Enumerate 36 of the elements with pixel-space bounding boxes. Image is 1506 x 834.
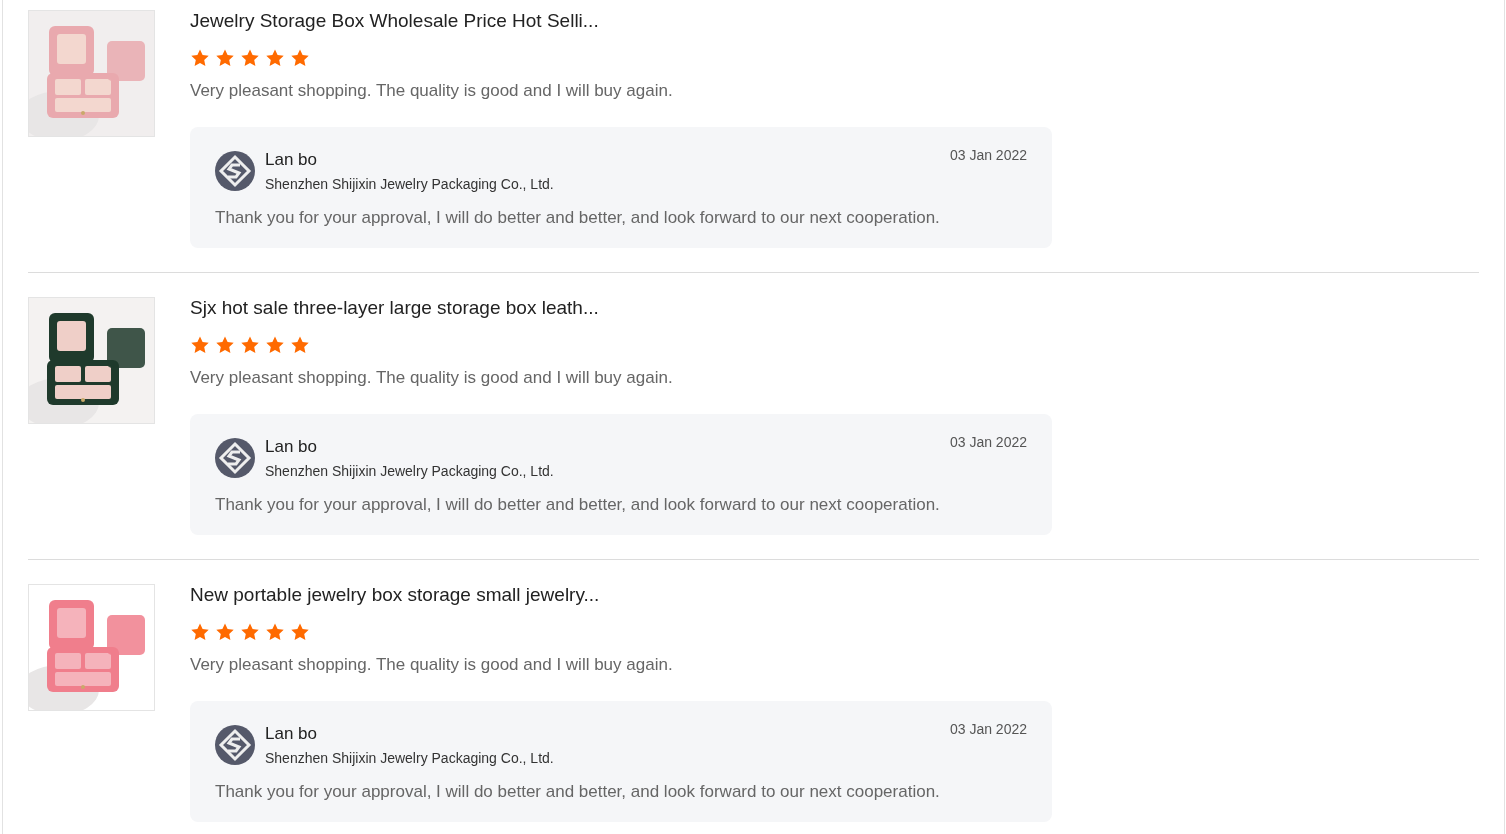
star-icon bbox=[190, 335, 210, 355]
avatar-icon bbox=[215, 725, 255, 765]
star-icon bbox=[215, 48, 235, 68]
review-text: Very pleasant shopping. The quality is good and I will buy again. bbox=[190, 654, 674, 676]
product-title[interactable]: Sjx hot sale three-layer large storage box leath... bbox=[190, 297, 1052, 319]
reply-text: Thank you for your approval, I will do better and better, and look forward to our next cooperation. bbox=[215, 495, 941, 515]
star-icon bbox=[240, 622, 260, 642]
avatar-icon bbox=[215, 438, 255, 478]
star-icon bbox=[290, 335, 310, 355]
star-icon bbox=[190, 622, 210, 642]
reply-date: 03 Jan 2022 bbox=[949, 434, 1027, 450]
reply-date: 03 Jan 2022 bbox=[949, 721, 1027, 737]
seller-name: Lan bo bbox=[265, 724, 318, 744]
star-icon bbox=[190, 48, 210, 68]
star-icon bbox=[290, 622, 310, 642]
star-icon bbox=[265, 335, 285, 355]
review-text: Very pleasant shopping. The quality is good and I will buy again. bbox=[190, 367, 674, 389]
reply-text: Thank you for your approval, I will do better and better, and look forward to our next cooperation. bbox=[215, 208, 941, 228]
product-title[interactable]: New portable jewelry box storage small jewelry... bbox=[190, 584, 1052, 606]
star-icon bbox=[215, 622, 235, 642]
product-title[interactable]: Jewelry Storage Box Wholesale Price Hot Selli... bbox=[190, 10, 1052, 32]
avatar-icon bbox=[215, 151, 255, 191]
star-icon bbox=[290, 48, 310, 68]
seller-name: Lan bo bbox=[265, 437, 318, 457]
reply-text: Thank you for your approval, I will do better and better, and look forward to our next cooperation. bbox=[215, 782, 941, 802]
seller-name: Lan bo bbox=[265, 150, 318, 170]
company-name: Shenzhen Shijixin Jewelry Packaging Co., Ltd. bbox=[265, 750, 555, 766]
review-text: Very pleasant shopping. The quality is good and I will buy again. bbox=[190, 80, 674, 102]
star-icon bbox=[265, 48, 285, 68]
star-icon bbox=[240, 335, 260, 355]
company-name: Shenzhen Shijixin Jewelry Packaging Co., Ltd. bbox=[265, 176, 555, 192]
star-icon bbox=[240, 48, 260, 68]
reply-date: 03 Jan 2022 bbox=[949, 147, 1027, 163]
company-name: Shenzhen Shijixin Jewelry Packaging Co., Ltd. bbox=[265, 463, 555, 479]
star-icon bbox=[215, 335, 235, 355]
star-icon bbox=[265, 622, 285, 642]
